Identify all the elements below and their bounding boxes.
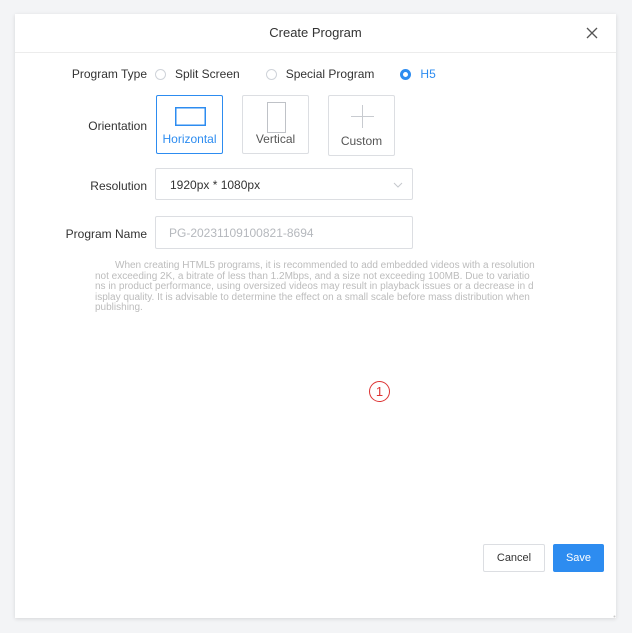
radio-special-program[interactable]: Special Program	[265, 67, 375, 81]
chevron-down-icon	[393, 182, 403, 188]
program-name-label: Program Name	[65, 227, 147, 241]
radio-label: Special Program	[285, 67, 375, 81]
resolution-value: 1920px * 1080px	[170, 178, 261, 192]
plus-icon	[351, 105, 374, 128]
orientation-option-label: Custom	[340, 134, 383, 148]
program-type-label: Program Type	[71, 67, 147, 81]
radio-dot	[265, 68, 277, 80]
resolution-select[interactable]: 1920px * 1080px	[155, 168, 413, 200]
orientation-horizontal-option[interactable]: Horizontal	[156, 95, 223, 154]
resize-handle-icon	[613, 615, 616, 618]
resolution-label: Resolution	[90, 179, 147, 193]
orientation-vertical-option[interactable]: Vertical	[242, 95, 309, 154]
radio-dot-checked	[400, 68, 412, 80]
cancel-button[interactable]: Cancel	[483, 544, 545, 572]
radio-label: Split Screen	[175, 67, 240, 81]
create-program-dialog: Create Program Program Type Split Screen…	[15, 14, 616, 618]
h5-recommendation-hint: When creating HTML5 programs, it is reco…	[95, 260, 535, 313]
radio-dot	[155, 68, 166, 80]
dialog-title: Create Program	[269, 25, 362, 40]
horizontal-rect-icon	[175, 107, 206, 126]
orientation-label: Orientation	[88, 119, 147, 133]
program-type-radio-group: Split Screen Special Program H5	[155, 66, 462, 82]
program-name-input[interactable]	[155, 216, 413, 249]
save-button[interactable]: Save	[553, 544, 604, 572]
close-icon[interactable]	[582, 23, 602, 43]
orientation-option-label: Horizontal	[162, 132, 217, 146]
annotation-marker: 1	[369, 381, 390, 402]
orientation-option-label: Vertical	[255, 132, 296, 146]
vertical-rect-icon	[267, 102, 286, 133]
radio-split-screen[interactable]: Split Screen	[155, 67, 240, 81]
orientation-custom-option[interactable]: Custom	[328, 95, 395, 156]
dialog-header: Create Program	[15, 14, 616, 53]
radio-label: H5	[420, 67, 436, 81]
radio-h5[interactable]: H5	[400, 67, 436, 81]
